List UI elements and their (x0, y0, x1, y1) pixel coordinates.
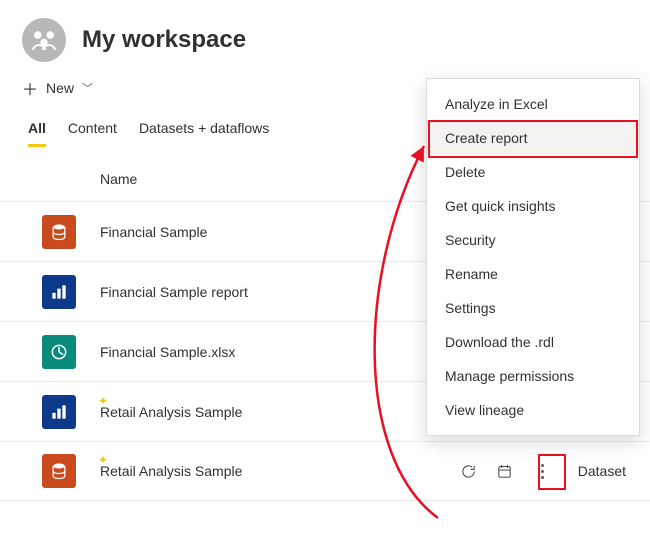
new-button-label: New (46, 80, 74, 96)
report-icon (42, 275, 76, 309)
more-options-button[interactable] (530, 456, 554, 486)
menu-item-delete[interactable]: Delete (427, 155, 639, 189)
dataset-icon (42, 215, 76, 249)
tab-all[interactable]: All (28, 120, 46, 147)
menu-item-view-lineage[interactable]: View lineage (427, 393, 639, 427)
menu-item-get-quick-insights[interactable]: Get quick insights (427, 189, 639, 223)
context-menu: Analyze in ExcelCreate reportDeleteGet q… (426, 78, 640, 436)
item-name[interactable]: Retail Analysis Sample✦ (100, 404, 242, 420)
workbook-icon (42, 335, 76, 369)
menu-item-create-report[interactable]: Create report (427, 121, 639, 155)
row-actions (458, 456, 554, 486)
item-name[interactable]: Retail Analysis Sample✦ (100, 463, 242, 479)
menu-item-download-the-rdl[interactable]: Download the .rdl (427, 325, 639, 359)
item-name[interactable]: Financial Sample.xlsx (100, 344, 235, 360)
list-item[interactable]: Retail Analysis Sample✦ Dataset (0, 441, 650, 501)
item-type: Dataset (578, 463, 626, 479)
report-icon (42, 395, 76, 429)
menu-item-manage-permissions[interactable]: Manage permissions (427, 359, 639, 393)
chevron-down-icon: ﹀ (82, 80, 93, 96)
schedule-refresh-icon[interactable] (494, 461, 514, 481)
menu-item-settings[interactable]: Settings (427, 291, 639, 325)
tab-content[interactable]: Content (68, 120, 117, 147)
star-icon: ✦ (98, 453, 108, 467)
tab-datasets-dataflows[interactable]: Datasets + dataflows (139, 120, 269, 147)
plus-icon: ＋ (22, 76, 38, 100)
star-icon: ✦ (98, 394, 108, 408)
menu-item-analyze-in-excel[interactable]: Analyze in Excel (427, 87, 639, 121)
dataset-icon (42, 454, 76, 488)
menu-item-security[interactable]: Security (427, 223, 639, 257)
refresh-icon[interactable] (458, 461, 478, 481)
item-name[interactable]: Financial Sample report (100, 284, 248, 300)
column-header-name[interactable]: Name (100, 171, 137, 187)
menu-item-rename[interactable]: Rename (427, 257, 639, 291)
item-name[interactable]: Financial Sample (100, 224, 207, 240)
workspace-title: My workspace (82, 26, 246, 54)
new-button[interactable]: ＋ New ﹀ (22, 76, 93, 100)
workspace-avatar (22, 18, 66, 62)
